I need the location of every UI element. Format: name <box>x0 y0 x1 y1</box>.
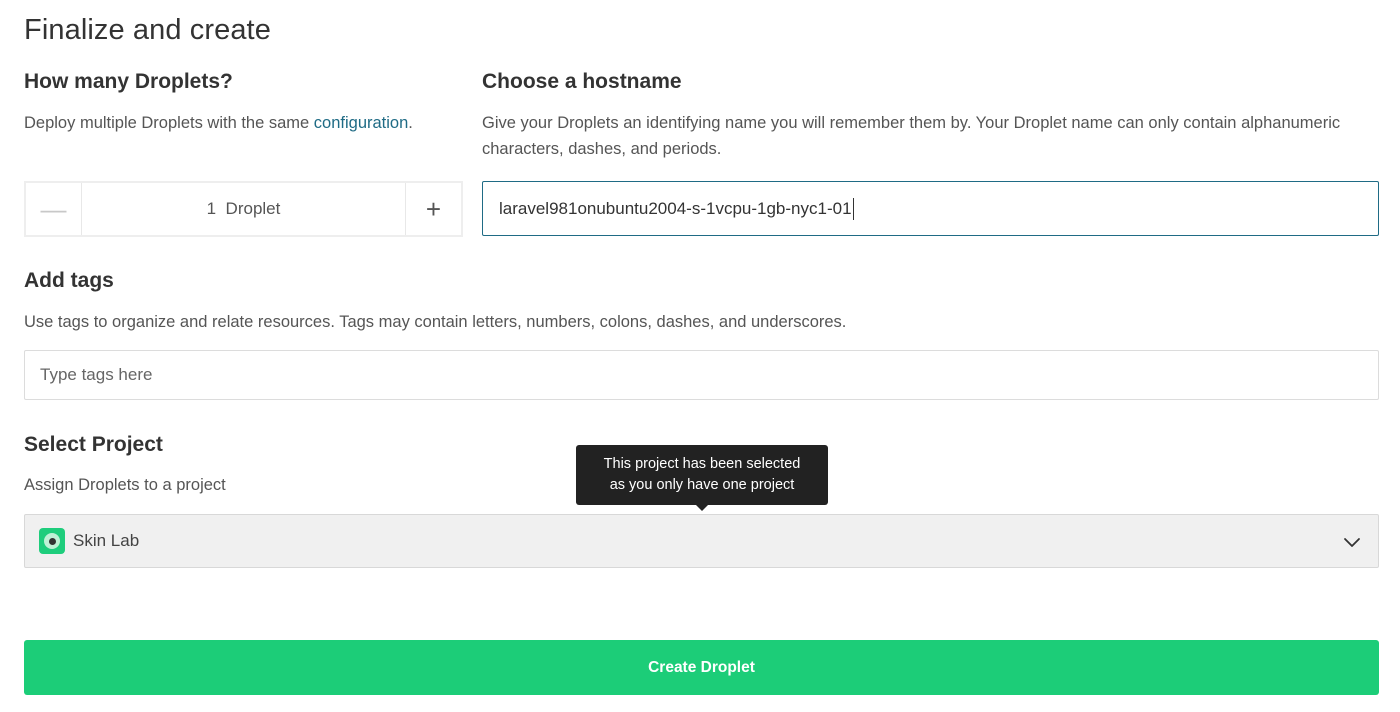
minus-icon: — <box>40 193 67 224</box>
increment-button[interactable]: + <box>405 183 461 235</box>
tooltip-line-1: This project has been selected <box>603 456 801 472</box>
tooltip-line-2: as you only have one project <box>609 477 795 493</box>
chevron-down-icon <box>1344 538 1360 547</box>
droplet-count-desc-suffix: . <box>408 114 413 132</box>
hostname-heading: Choose a hostname <box>482 70 682 93</box>
project-description: Assign Droplets to a project <box>24 476 226 494</box>
configuration-link[interactable]: configuration <box>314 114 408 132</box>
tooltip-arrow <box>695 504 709 511</box>
plus-icon: + <box>425 193 442 224</box>
droplet-count-description: Deploy multiple Droplets with the same c… <box>24 110 413 136</box>
project-icon <box>39 528 65 554</box>
hostname-input[interactable]: laravel981onubuntu2004-s-1vcpu-1gb-nyc1-… <box>482 181 1379 236</box>
droplet-count-unit: Droplet <box>225 199 281 218</box>
project-heading: Select Project <box>24 433 163 456</box>
page-title: Finalize and create <box>24 14 271 46</box>
tags-input[interactable]: Type tags here <box>24 350 1379 400</box>
tags-description: Use tags to organize and relate resource… <box>24 313 847 331</box>
create-droplet-button[interactable]: Create Droplet <box>24 640 1379 695</box>
project-select[interactable]: Skin Lab <box>24 514 1379 568</box>
hostname-description: Give your Droplets an identifying name y… <box>482 114 1341 158</box>
tags-placeholder: Type tags here <box>40 365 153 384</box>
droplet-count-number: 1 <box>206 199 217 218</box>
project-tooltip: This project has been selected as you on… <box>576 445 828 505</box>
project-selected-value: Skin Lab <box>73 531 140 550</box>
decrement-button[interactable]: — <box>26 183 82 235</box>
droplet-count-desc-text: Deploy multiple Droplets with the same <box>24 114 314 132</box>
create-droplet-label: Create Droplet <box>648 658 755 676</box>
droplet-count-stepper: — 1 Droplet + <box>24 181 463 237</box>
text-caret <box>852 197 854 220</box>
hostname-value: laravel981onubuntu2004-s-1vcpu-1gb-nyc1-… <box>499 198 852 218</box>
tags-heading: Add tags <box>24 269 114 292</box>
droplet-count-value: 1 Droplet <box>82 183 405 235</box>
droplet-count-heading: How many Droplets? <box>24 70 233 93</box>
